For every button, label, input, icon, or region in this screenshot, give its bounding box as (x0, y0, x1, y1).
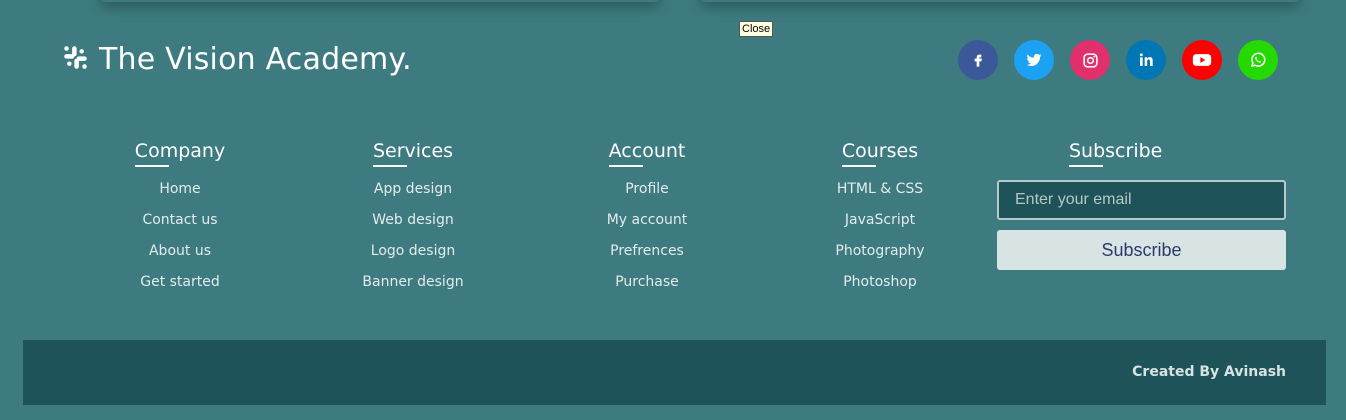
linkedin-button[interactable] (1126, 40, 1166, 80)
brand-logo[interactable]: The Vision Academy. (62, 42, 412, 77)
column-title: Company (134, 140, 226, 167)
linkedin-icon (1139, 53, 1153, 66)
column-courses: Courses HTML & CSS JavaScript Photograph… (780, 140, 980, 304)
footer-link-photography[interactable]: Photography (780, 242, 980, 260)
instagram-icon (1082, 52, 1098, 68)
footer-link-profile[interactable]: Profile (547, 180, 747, 198)
column-company: Company Home Contact us About us Get sta… (80, 140, 280, 304)
social-links (958, 40, 1278, 80)
footer-link-home[interactable]: Home (80, 180, 280, 198)
subscribe-section: Subscribe Subscribe (997, 140, 1286, 270)
footer-link-get-started[interactable]: Get started (80, 273, 280, 291)
footer-link-my-account[interactable]: My account (547, 211, 747, 229)
footer-link-preferences[interactable]: Prefrences (547, 242, 747, 260)
column-title: Account (608, 140, 686, 167)
instagram-button[interactable] (1070, 40, 1110, 80)
column-services: Services App design Web design Logo desi… (313, 140, 513, 304)
subscribe-title: Subscribe (1069, 140, 1163, 167)
youtube-icon (1192, 54, 1212, 66)
footer-link-web-design[interactable]: Web design (313, 211, 513, 229)
footer-link-photoshop[interactable]: Photoshop (780, 273, 980, 291)
footer-link-app-design[interactable]: App design (313, 180, 513, 198)
subscribe-button[interactable]: Subscribe (997, 230, 1286, 270)
facebook-icon (974, 54, 982, 67)
footer-link-html-css[interactable]: HTML & CSS (780, 180, 980, 198)
whatsapp-button[interactable] (1238, 40, 1278, 80)
twitter-icon (1026, 53, 1042, 67)
card-shadow-right (700, 0, 1300, 2)
brand-name: The Vision Academy. (99, 42, 412, 77)
whatsapp-icon (1250, 52, 1266, 68)
column-account: Account Profile My account Prefrences Pu… (547, 140, 747, 304)
footer-link-logo-design[interactable]: Logo design (313, 242, 513, 260)
footer-link-about[interactable]: About us (80, 242, 280, 260)
twitter-button[interactable] (1014, 40, 1054, 80)
close-tooltip: Close (739, 21, 774, 37)
card-shadow-left (100, 0, 660, 2)
credit-text: Created By Avinash (1132, 364, 1286, 380)
footer-bottom-bar: Created By Avinash (23, 340, 1326, 405)
footer-link-purchase[interactable]: Purchase (547, 273, 747, 291)
footer-link-javascript[interactable]: JavaScript (780, 211, 980, 229)
facebook-button[interactable] (958, 40, 998, 80)
youtube-button[interactable] (1182, 40, 1222, 80)
column-title: Courses (841, 140, 919, 167)
column-title: Services (372, 140, 454, 167)
footer-link-banner-design[interactable]: Banner design (313, 273, 513, 291)
slack-icon (62, 44, 89, 75)
footer-link-contact[interactable]: Contact us (80, 211, 280, 229)
email-input[interactable] (997, 180, 1286, 220)
